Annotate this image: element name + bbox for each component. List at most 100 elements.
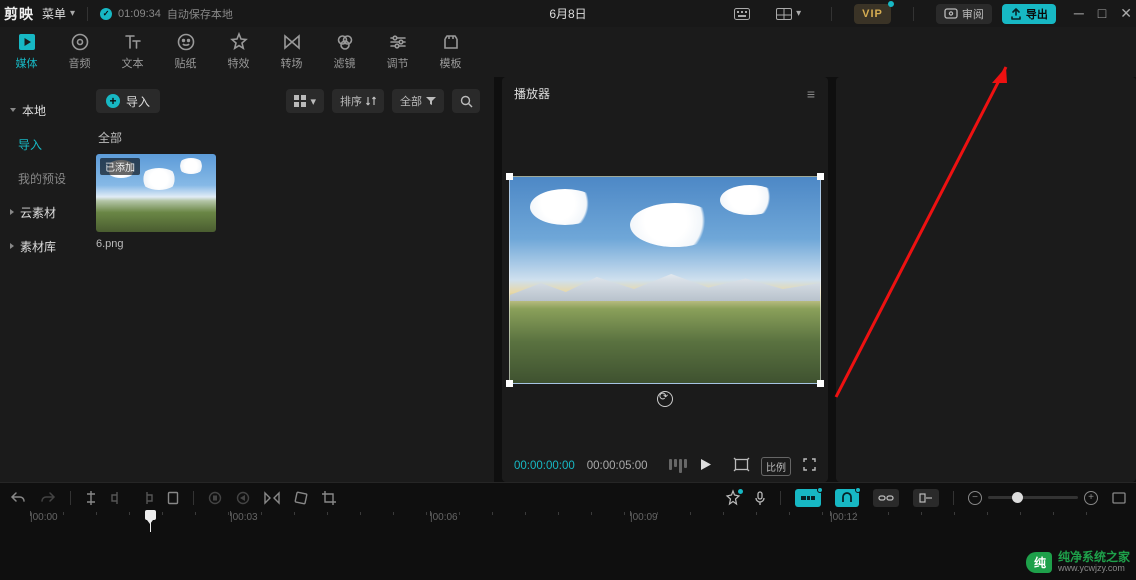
fullscreen-button[interactable] xyxy=(803,458,816,474)
play-button[interactable] xyxy=(699,458,712,474)
redo-button[interactable] xyxy=(40,491,56,505)
zoom-controls: − + xyxy=(968,491,1098,505)
zoom-out-button[interactable]: − xyxy=(968,491,982,505)
aspect-ratio-button[interactable]: 比例 xyxy=(761,457,791,476)
safe-area-button[interactable] xyxy=(734,458,749,474)
magic-button[interactable] xyxy=(726,491,740,505)
keyboard-icon-button[interactable] xyxy=(726,4,758,24)
tab-filter[interactable]: 滤镜 xyxy=(318,27,371,77)
tab-audio[interactable]: 音频 xyxy=(53,27,106,77)
tab-label: 滤镜 xyxy=(334,55,356,71)
reverse-button[interactable] xyxy=(236,491,250,505)
tab-template[interactable]: 模板 xyxy=(424,27,477,77)
timeline-ruler[interactable]: |00:00 |00:03 |00:06 |00:09 |00:12 xyxy=(0,512,1136,532)
track-main-button[interactable] xyxy=(795,489,821,507)
watermark: 纯 纯净系统之家 www.ycwjzy.com xyxy=(1026,551,1130,574)
sort-icon xyxy=(366,96,376,106)
track-magnet-button[interactable] xyxy=(835,489,859,507)
plus-icon: + xyxy=(106,94,120,108)
zoom-slider-thumb[interactable] xyxy=(1012,492,1023,503)
track-preview-button[interactable] xyxy=(913,489,939,507)
sidebar-item-cloud[interactable]: 云素材 xyxy=(0,195,82,229)
ruler-tick: |00:09 xyxy=(630,512,658,523)
layout-icon-button[interactable]: ▾ xyxy=(768,4,809,24)
freeze-button[interactable] xyxy=(208,491,222,505)
media-thumbnail[interactable]: 已添加 xyxy=(96,154,216,232)
sidebar-item-library[interactable]: 素材库 xyxy=(0,229,82,263)
tab-label: 音频 xyxy=(69,55,91,71)
tab-effects[interactable]: 特效 xyxy=(212,27,265,77)
sort-button[interactable]: 排序 xyxy=(332,89,384,113)
current-time: 00:00:00:00 xyxy=(514,460,575,472)
review-icon xyxy=(944,8,958,20)
zoom-slider[interactable] xyxy=(988,496,1078,499)
zoom-fit-button[interactable] xyxy=(1112,492,1126,504)
minimize-button[interactable]: ─ xyxy=(1074,5,1084,22)
sync-status: 01:09:34 自动保存本地 xyxy=(100,6,233,22)
media-sidebar: 本地 导入 我的预设 云素材 素材库 xyxy=(0,77,82,482)
view-mode-button[interactable]: ▾ xyxy=(286,89,324,113)
tab-media[interactable]: 媒体 xyxy=(0,27,53,77)
player-title: 播放器 xyxy=(514,85,550,102)
main-area: 本地 导入 我的预设 云素材 素材库 + 导入 ▾ 排序 全部 xyxy=(0,77,1136,482)
window-controls: ─ □ ✕ xyxy=(1074,5,1132,22)
ruler-tick: |00:06 xyxy=(430,512,458,523)
rotate-button[interactable] xyxy=(294,491,308,505)
undo-button[interactable] xyxy=(10,491,26,505)
crop-button[interactable] xyxy=(322,491,336,505)
resize-handle[interactable] xyxy=(506,380,513,387)
maximize-button[interactable]: □ xyxy=(1098,5,1106,22)
chevron-down-icon: ▾ xyxy=(310,95,316,108)
preview-canvas[interactable] xyxy=(509,176,821,384)
delete-button[interactable] xyxy=(167,491,179,505)
media-item[interactable]: 已添加 6.png xyxy=(96,154,216,250)
text-icon xyxy=(123,33,143,51)
main-menu-button[interactable]: 菜单 ▾ xyxy=(42,5,75,22)
sync-text: 自动保存本地 xyxy=(167,6,233,22)
filter-button[interactable]: 全部 xyxy=(392,89,444,113)
resize-handle[interactable] xyxy=(817,380,824,387)
rotate-handle[interactable] xyxy=(657,391,673,407)
divider xyxy=(953,491,954,505)
player-viewport xyxy=(502,110,828,450)
tab-label: 模板 xyxy=(440,55,462,71)
delete-right-button[interactable] xyxy=(139,491,153,505)
track-link-button[interactable] xyxy=(873,489,899,507)
audio-icon xyxy=(70,33,90,51)
timeline-tracks[interactable] xyxy=(0,532,1136,576)
export-button[interactable]: 导出 xyxy=(1002,4,1056,24)
funnel-icon xyxy=(426,96,436,106)
tab-sticker[interactable]: 贴纸 xyxy=(159,27,212,77)
media-panel: + 导入 ▾ 排序 全部 全部 xyxy=(82,77,494,482)
sidebar-item-local[interactable]: 本地 xyxy=(0,93,82,127)
grid-icon xyxy=(294,95,306,107)
resize-handle[interactable] xyxy=(506,173,513,180)
search-button[interactable] xyxy=(452,89,480,113)
project-title: 6月8日 xyxy=(549,5,586,22)
close-button[interactable]: ✕ xyxy=(1120,5,1132,22)
timeline-toolbar: − + xyxy=(0,482,1136,512)
tab-label: 特效 xyxy=(228,55,250,71)
tab-label: 转场 xyxy=(281,55,303,71)
divider xyxy=(831,7,832,21)
import-button[interactable]: + 导入 xyxy=(96,89,160,113)
sidebar-item-import[interactable]: 导入 xyxy=(0,127,82,161)
review-button[interactable]: 审阅 xyxy=(936,4,992,24)
mirror-button[interactable] xyxy=(264,492,280,504)
tab-label: 贴纸 xyxy=(175,55,197,71)
split-button[interactable] xyxy=(85,491,97,505)
tab-adjust[interactable]: 调节 xyxy=(371,27,424,77)
transition-icon xyxy=(282,33,302,51)
tab-transition[interactable]: 转场 xyxy=(265,27,318,77)
player-menu-button[interactable]: ≡ xyxy=(807,86,816,102)
divider xyxy=(193,491,194,505)
mic-button[interactable] xyxy=(754,491,766,505)
volume-icon[interactable] xyxy=(669,459,687,473)
delete-left-button[interactable] xyxy=(111,491,125,505)
sidebar-item-presets[interactable]: 我的预设 xyxy=(0,161,82,195)
watermark-en: www.ycwjzy.com xyxy=(1058,564,1130,574)
vip-button[interactable]: VIP xyxy=(854,4,891,24)
resize-handle[interactable] xyxy=(817,173,824,180)
zoom-in-button[interactable]: + xyxy=(1084,491,1098,505)
tab-text[interactable]: 文本 xyxy=(106,27,159,77)
